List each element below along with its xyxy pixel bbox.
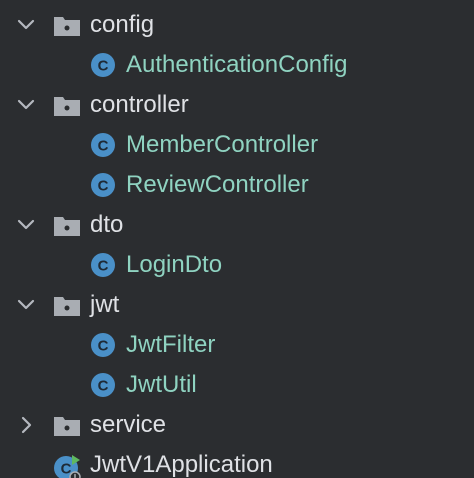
svg-text:C: C [98, 258, 109, 275]
package-folder-icon [53, 415, 81, 437]
svg-text:C: C [98, 58, 109, 75]
java-class-icon: C [90, 52, 116, 78]
chevron-down-icon[interactable] [14, 13, 38, 37]
tree-class-label: AuthenticationConfig [126, 51, 348, 78]
tree-class-label: ReviewController [126, 171, 309, 198]
project-tree: config C AuthenticationConfig controller… [0, 0, 474, 478]
svg-text:C: C [98, 138, 109, 155]
tree-class-label: JwtFilter [126, 331, 216, 358]
tree-class-jwtv1application[interactable]: C JwtV1Application [0, 445, 474, 478]
package-folder-icon [53, 95, 81, 117]
svg-text:C: C [98, 178, 109, 195]
tree-class-reviewcontroller[interactable]: C ReviewController [0, 165, 474, 205]
tree-class-label: JwtUtil [126, 371, 197, 398]
java-class-icon: C [90, 372, 116, 398]
tree-folder-dto[interactable]: dto [0, 205, 474, 245]
java-class-icon: C [90, 332, 116, 358]
tree-class-logindto[interactable]: C LoginDto [0, 245, 474, 285]
package-folder-icon [53, 295, 81, 317]
chevron-down-icon[interactable] [14, 293, 38, 317]
java-class-icon: C [90, 132, 116, 158]
tree-class-label: JwtV1Application [90, 451, 273, 478]
tree-class-label: MemberController [126, 131, 319, 158]
chevron-down-icon[interactable] [14, 213, 38, 237]
svg-text:C: C [98, 378, 109, 395]
spring-boot-application-icon: C [53, 453, 83, 478]
java-class-icon: C [90, 172, 116, 198]
tree-folder-label: jwt [90, 291, 120, 318]
chevron-down-icon[interactable] [14, 93, 38, 117]
tree-folder-service[interactable]: service [0, 405, 474, 445]
tree-class-jwtutil[interactable]: C JwtUtil [0, 365, 474, 405]
tree-class-label: LoginDto [126, 251, 223, 278]
tree-folder-label: config [90, 11, 155, 38]
tree-class-authenticationconfig[interactable]: C AuthenticationConfig [0, 45, 474, 85]
package-folder-icon [53, 215, 81, 237]
package-folder-icon [53, 15, 81, 37]
tree-folder-controller[interactable]: controller [0, 85, 474, 125]
tree-class-membercontroller[interactable]: C MemberController [0, 125, 474, 165]
tree-folder-config[interactable]: config [0, 5, 474, 45]
tree-folder-label: controller [90, 91, 189, 118]
tree-folder-label: dto [90, 211, 124, 238]
chevron-right-icon[interactable] [14, 413, 38, 437]
tree-class-jwtfilter[interactable]: C JwtFilter [0, 325, 474, 365]
java-class-icon: C [90, 252, 116, 278]
svg-text:C: C [98, 338, 109, 355]
tree-folder-label: service [90, 411, 167, 438]
tree-folder-jwt[interactable]: jwt [0, 285, 474, 325]
